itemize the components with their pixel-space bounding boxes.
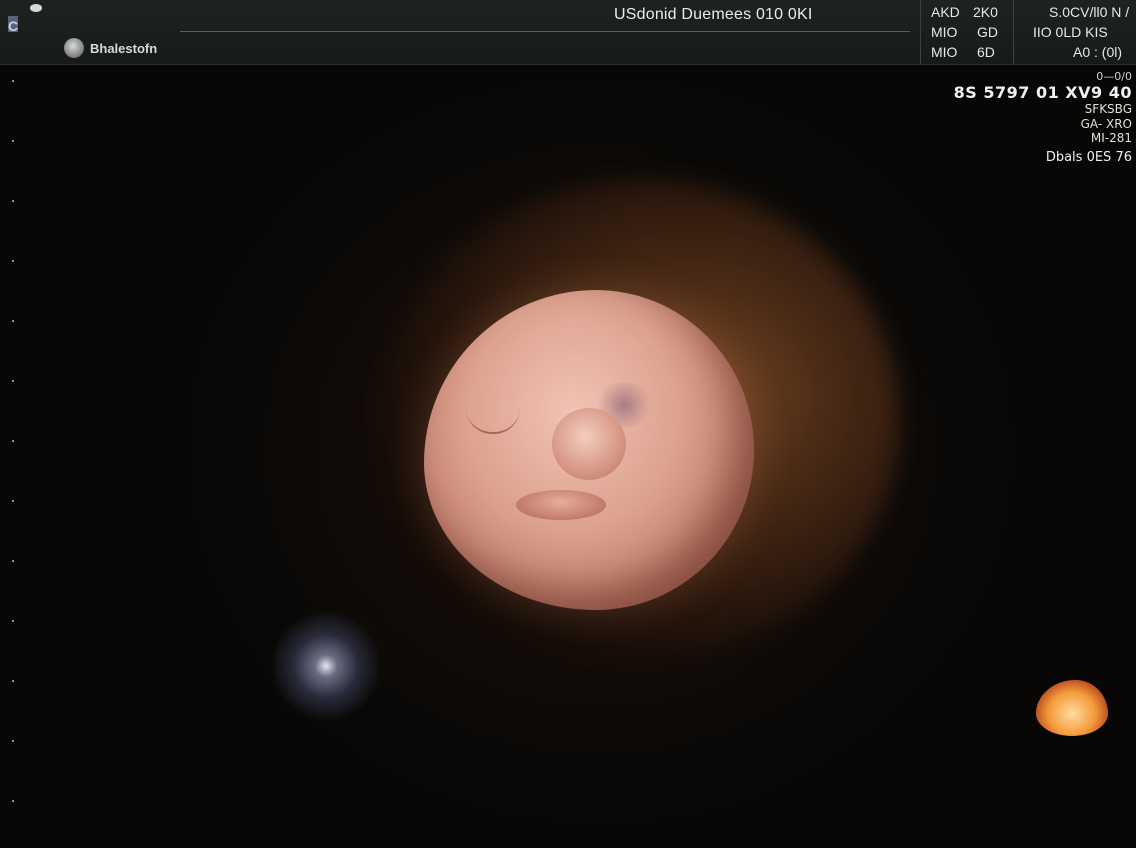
param-right: A0 : (0l) [1073,44,1123,60]
title-divider [180,31,910,32]
sphere-icon [64,38,84,58]
preset-label: Bhalestofn [90,40,158,56]
params-divider [1013,0,1014,64]
logo-dot [30,4,42,12]
eye [466,408,520,434]
acquisition-params: AKD 2K0 MIO GD MIO 6D S.0CV/ll0 N / IIO … [920,0,1136,64]
param-right: S.0CV/ll0 N / [1049,4,1130,20]
ultrasound-screen: C USdonid Duemees 010 0KI Bhalestofn AKD… [0,0,1136,848]
param-value: 2K0 [973,4,998,20]
mouth [516,490,606,520]
param-right: IIO 0LD KIS [1033,24,1108,40]
param-value: 6D [977,44,995,60]
param-label: AKD [931,4,960,20]
nose [552,408,626,480]
param-value: GD [977,24,998,40]
preset-selector[interactable]: Bhalestofn [64,38,157,58]
logo-icon: C [6,4,42,34]
light-source-orb[interactable] [270,610,382,722]
study-title: USdonid Duemees 010 0KI [614,6,813,23]
param-label: MIO [931,24,958,40]
logo-text: C [8,18,18,34]
param-label: MIO [931,44,958,60]
header-bar: C USdonid Duemees 010 0KI Bhalestofn AKD… [0,0,1136,65]
